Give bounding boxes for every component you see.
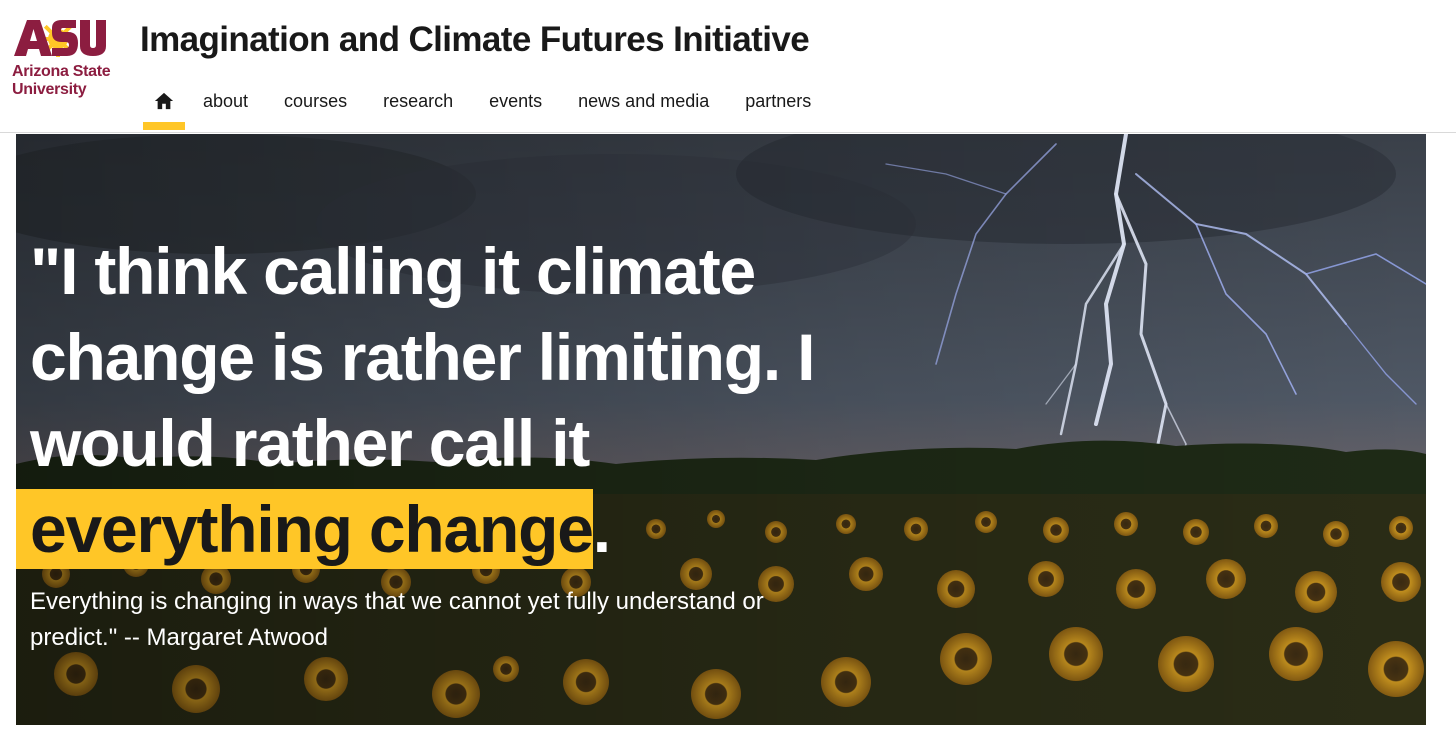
asu-logo-link[interactable]: Arizona State University	[12, 14, 124, 106]
hero-quote-period: .	[592, 492, 611, 566]
hero-banner: "I think calling it climate change is ra…	[16, 134, 1426, 725]
home-icon	[154, 92, 174, 110]
nav-item-news-and-media[interactable]: news and media	[560, 80, 727, 122]
hero-quote-highlight: everything change	[16, 489, 594, 569]
nav-item-courses[interactable]: courses	[266, 80, 365, 122]
hero-quote-subtext-line: predict." -- Margaret Atwood	[30, 624, 328, 651]
hero-quote-subtext-line: Everything is changing in ways that we c…	[30, 588, 764, 615]
asu-logo-mark	[14, 20, 106, 57]
university-name-line1: Arizona State	[12, 63, 111, 80]
hero-quote-subtext: Everything is changing in ways that we c…	[30, 584, 910, 656]
nav-item-about[interactable]: about	[185, 80, 266, 122]
hero-quote-headline: "I think calling it climate change is ra…	[16, 228, 910, 572]
hero-quote-line: change is rather limiting. I	[30, 320, 815, 394]
site-header: Arizona State University Imagination and…	[0, 0, 1456, 133]
hero-quote-line: "I think calling it climate	[30, 234, 756, 308]
nav-item-events[interactable]: events	[471, 80, 560, 122]
nav-item-research[interactable]: research	[365, 80, 471, 122]
nav-home[interactable]	[143, 80, 185, 130]
hero-quote-highlight-line: everything change.	[16, 486, 910, 572]
nav-item-partners[interactable]: partners	[727, 80, 829, 122]
university-name: Arizona State University	[12, 63, 111, 99]
main-nav: about courses research events news and m…	[143, 80, 829, 132]
university-name-line2: University	[12, 81, 87, 98]
hero-quote-line: would rather call it	[30, 406, 590, 480]
page-title[interactable]: Imagination and Climate Futures Initiati…	[140, 20, 810, 60]
